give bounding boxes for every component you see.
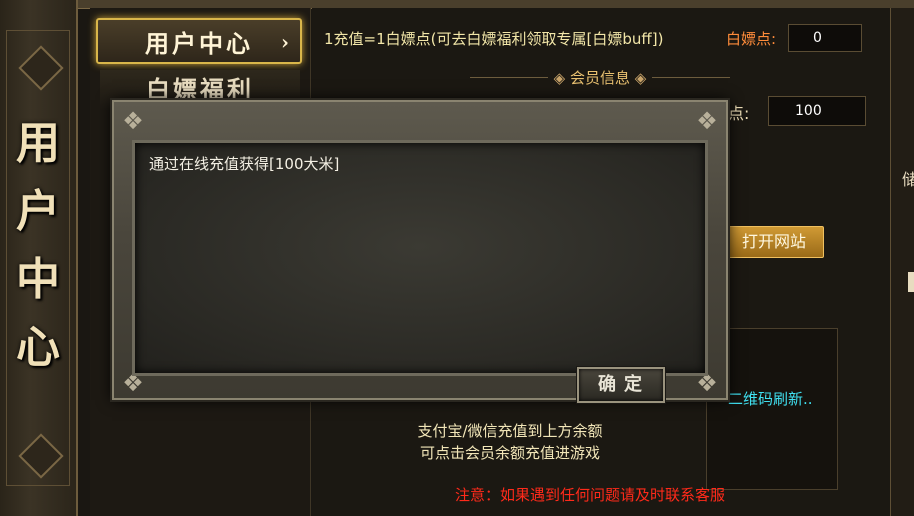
confirm-button[interactable]: 确定 <box>576 366 666 404</box>
ornament-diamond-top <box>18 45 64 91</box>
points-value: 0 <box>788 24 862 52</box>
left-banner: 用 户 中 心 <box>0 0 78 516</box>
dialog-message: 通过在线充值获得[100大米] <box>149 155 340 173</box>
vertical-title-char: 心 <box>16 322 60 373</box>
payment-note-line: 可点击会员余额充值进游戏 <box>419 444 600 462</box>
corner-ornament-icon: ❖ <box>122 107 144 135</box>
dialog-content: 通过在线充值获得[100大米] 确定 <box>132 140 708 404</box>
recharge-dialog: ❖ ❖ ❖ ❖ 通过在线充值获得[100大米] 确定 <box>112 100 728 404</box>
divider-right <box>652 76 731 78</box>
nav-item-label: 用户中心 <box>145 28 253 58</box>
vertical-title-char: 户 <box>16 186 60 237</box>
vertical-title: 用 户 中 心 <box>8 110 68 382</box>
vertical-title-char: 中 <box>16 254 60 305</box>
points-label: 白嫖点: <box>726 30 777 48</box>
ornament-left-icon: ◈ <box>553 68 566 87</box>
nav-item-user-center[interactable]: 用户中心 › <box>96 18 302 64</box>
corner-ornament-icon: ❖ <box>696 107 718 135</box>
ornament-right-icon: ◈ <box>634 68 647 87</box>
balance-label: 点: <box>728 104 750 123</box>
vertical-title-char: 用 <box>16 118 60 169</box>
edge-clipped-text: 储 <box>902 170 914 189</box>
member-info-header: ◈ 会员信息 ◈ <box>470 66 731 88</box>
member-info-title: 会员信息 <box>570 68 631 87</box>
open-website-button[interactable]: 打开网站 <box>724 226 824 258</box>
chevron-right-icon: › <box>281 30 292 54</box>
payment-note-line: 支付宝/微信充值到上方余额 <box>417 422 603 440</box>
warning-note: 注意：如果遇到任何问题请及时联系客服 <box>454 486 725 504</box>
member-info-title-wrap: ◈ 会员信息 ◈ <box>554 67 647 88</box>
ornament-diamond-bottom <box>18 433 64 479</box>
right-edge-frame <box>890 8 914 516</box>
balance-value: 100 <box>768 96 866 126</box>
payment-note: 支付宝/微信充值到上方余额 可点击会员余额充值进游戏 <box>360 420 660 464</box>
recharge-info-text: 1充值=1白嫖点(可去白嫖福利领取专属[白嫖buff]) <box>324 30 664 48</box>
divider-left <box>470 76 548 78</box>
edge-clipped-mark <box>908 272 914 292</box>
qr-refresh-text[interactable]: 二维码刷新.. <box>728 388 813 409</box>
